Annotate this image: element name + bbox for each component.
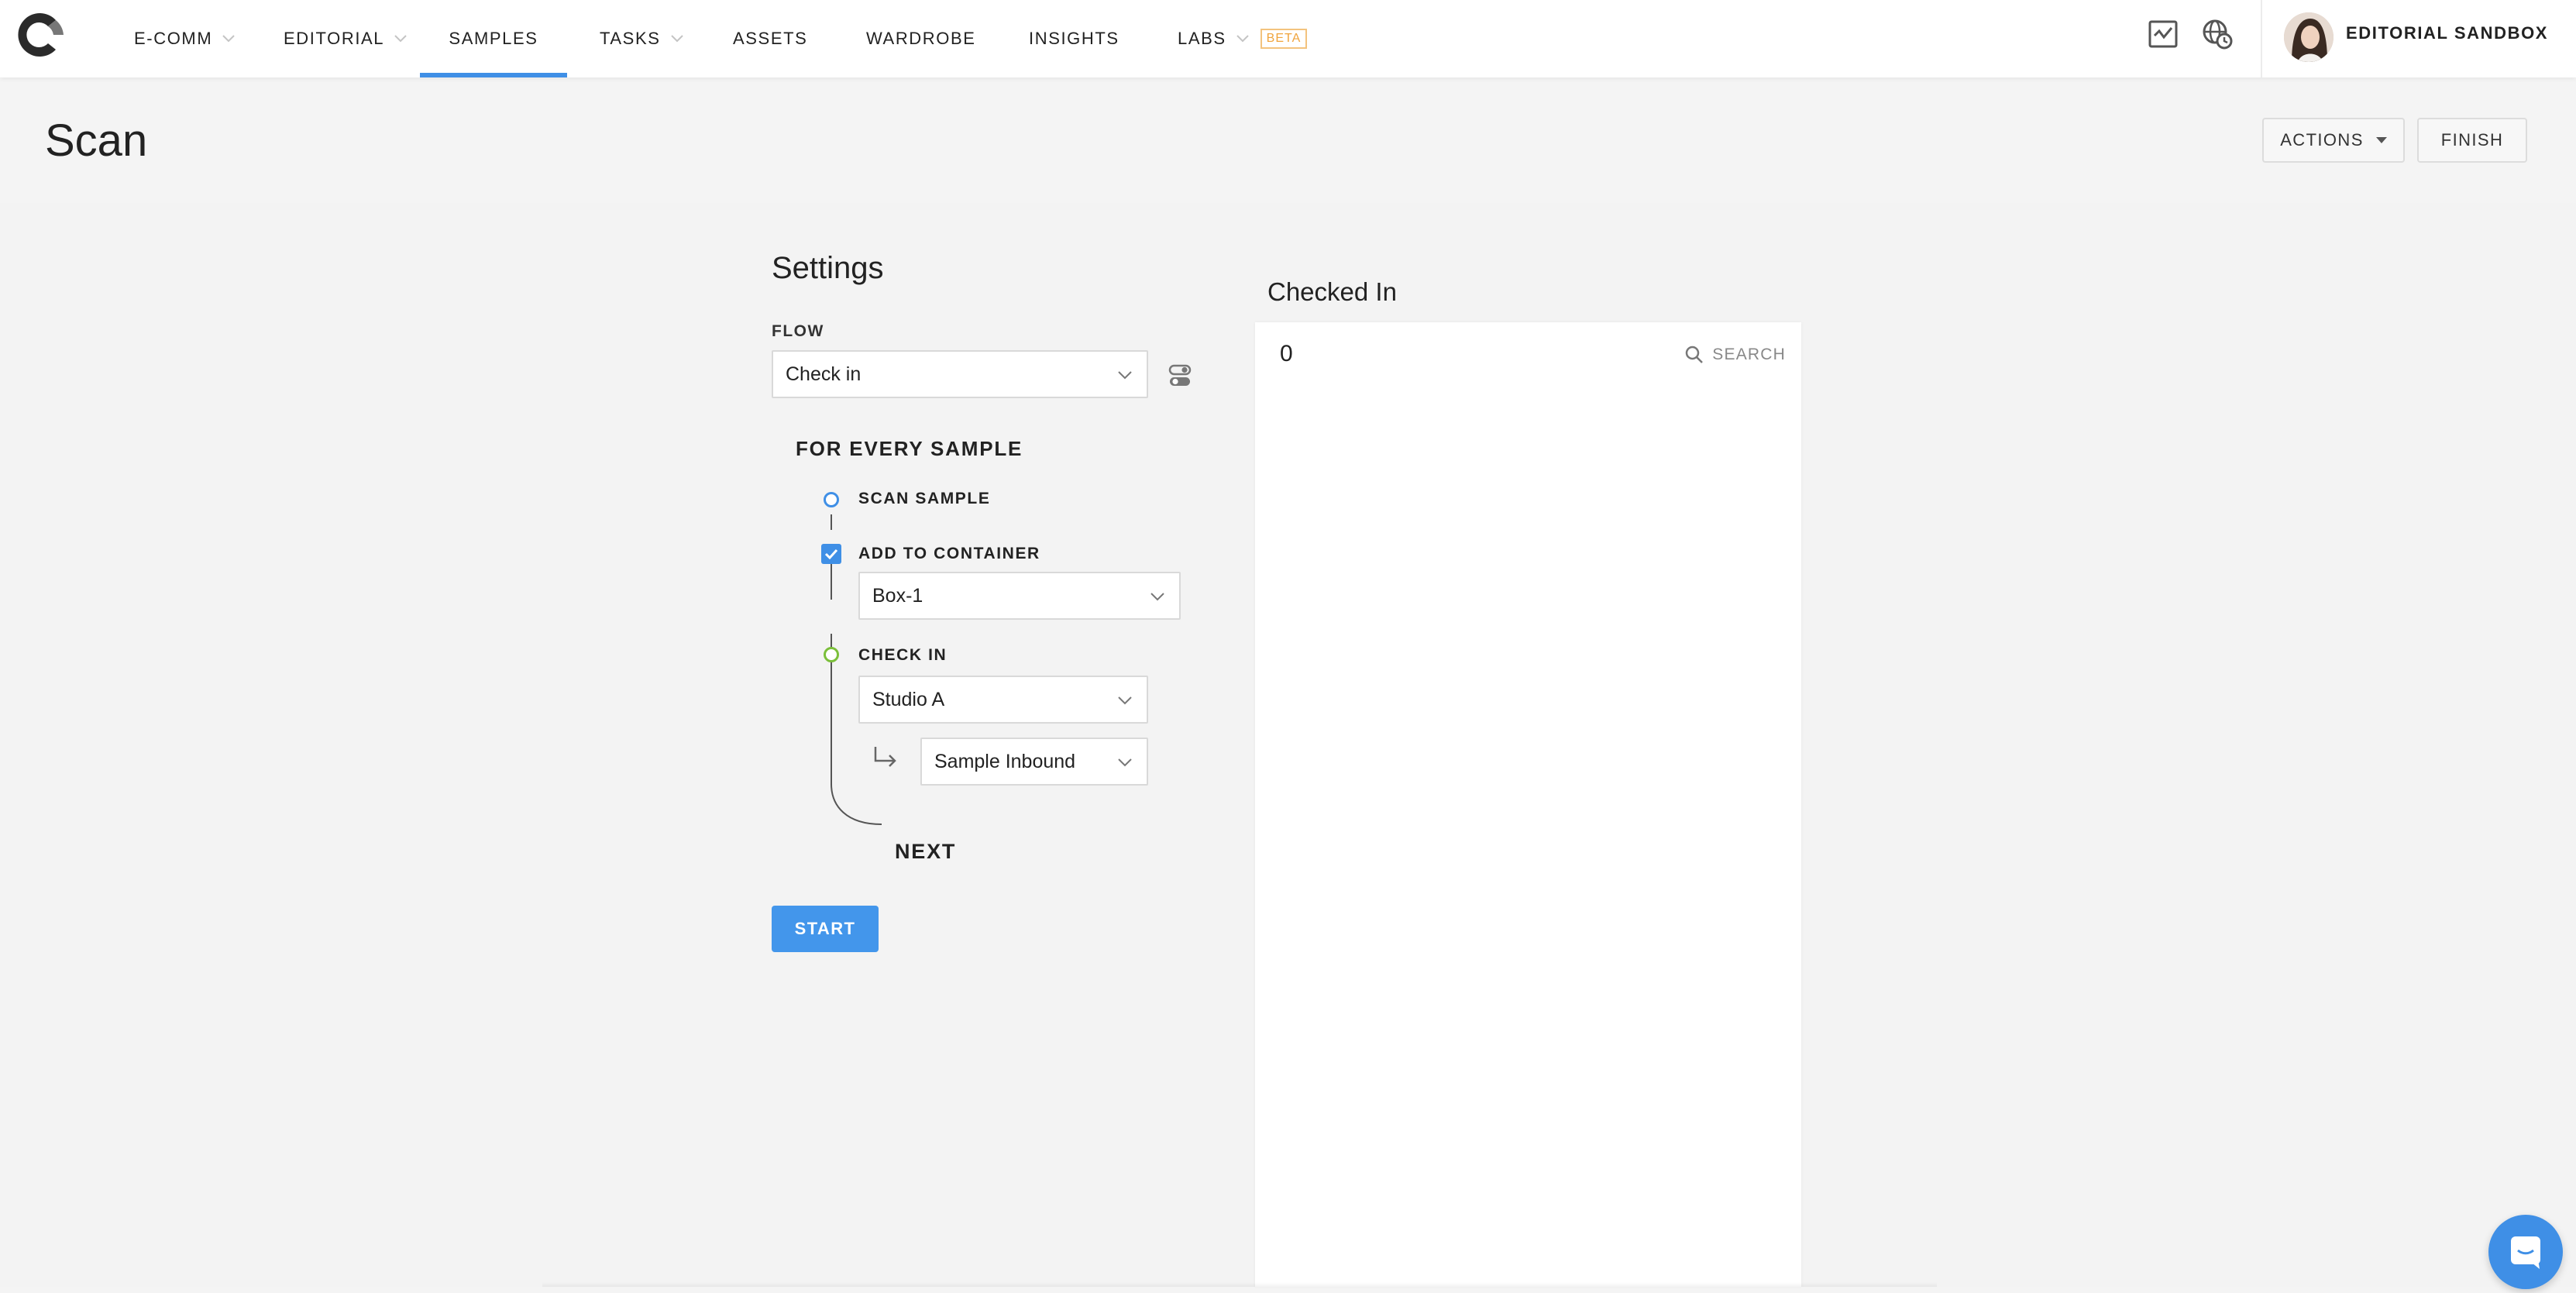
nav-item-assets[interactable]: ASSETS xyxy=(733,0,807,77)
chevron-down-icon xyxy=(222,35,235,43)
check-in-label: CHECK IN xyxy=(858,646,948,664)
search-button[interactable]: SEARCH xyxy=(1684,341,1786,369)
checkmark-icon xyxy=(824,548,838,560)
scan-step-indicator xyxy=(824,492,839,507)
finish-button-label: FINISH xyxy=(2440,130,2504,150)
nav-item-label: TASKS xyxy=(600,29,661,48)
nav-item-ecomm[interactable]: E-COMM xyxy=(134,0,236,77)
chevron-down-icon xyxy=(1150,593,1164,601)
page-header: Scan ACTIONS FINISH xyxy=(0,77,2576,203)
nav-item-wardrobe[interactable]: WARDROBE xyxy=(866,0,976,77)
actions-button[interactable]: ACTIONS xyxy=(2262,118,2405,163)
bottom-edge-shadow xyxy=(542,1282,1937,1287)
flow-label: FLOW xyxy=(772,322,824,340)
check-in-step-indicator xyxy=(824,647,839,662)
add-to-container-label: ADD TO CONTAINER xyxy=(858,545,1040,562)
nav-item-label: INSIGHTS xyxy=(1029,29,1119,48)
sub-location-select[interactable]: Sample Inbound xyxy=(920,738,1148,786)
nav-item-tasks[interactable]: TASKS xyxy=(600,0,684,77)
nav-item-editorial[interactable]: EDITORIAL xyxy=(284,0,408,77)
top-navigation: E-COMM EDITORIAL SAMPLES TASKS ASSETS WA… xyxy=(0,0,2576,77)
chevron-down-icon xyxy=(1118,696,1132,705)
sub-location-select-value: Sample Inbound xyxy=(934,750,1076,772)
activity-chart-icon[interactable] xyxy=(2146,17,2180,51)
nav-item-label: E-COMM xyxy=(134,29,213,48)
chevron-down-icon xyxy=(394,35,407,43)
page-title: Scan xyxy=(45,115,148,166)
settings-title: Settings xyxy=(772,251,884,285)
nav-item-label: LABS xyxy=(1178,29,1226,48)
nav-item-label: SAMPLES xyxy=(449,29,538,48)
actions-button-label: ACTIONS xyxy=(2280,130,2364,150)
for-every-sample-title: FOR EVERY SAMPLE xyxy=(796,437,1023,460)
flow-select[interactable]: Check in xyxy=(772,350,1148,398)
flow-settings-toggle-icon[interactable] xyxy=(1168,363,1192,389)
app-logo-icon[interactable] xyxy=(15,9,67,60)
chevron-down-icon xyxy=(1118,371,1132,380)
account-divider xyxy=(2261,0,2262,77)
chevron-down-icon xyxy=(1236,35,1249,43)
search-label: SEARCH xyxy=(1712,346,1786,363)
location-select-value: Studio A xyxy=(872,688,945,710)
globe-clock-icon[interactable] xyxy=(2200,17,2234,51)
nav-item-label: EDITORIAL xyxy=(284,29,385,48)
nav-item-label: WARDROBE xyxy=(866,29,976,48)
avatar[interactable] xyxy=(2284,12,2334,62)
avatar-portrait-icon xyxy=(2284,12,2334,62)
chat-launcher-button[interactable] xyxy=(2488,1215,2563,1289)
container-select[interactable]: Box-1 xyxy=(858,572,1181,620)
next-step-label: NEXT xyxy=(895,840,957,863)
flow-select-value: Check in xyxy=(786,363,862,385)
checked-in-title: Checked In xyxy=(1267,277,1397,306)
chevron-down-icon xyxy=(670,35,683,43)
nav-item-samples[interactable]: SAMPLES xyxy=(420,0,567,77)
nav-item-labs[interactable]: LABS BETA xyxy=(1178,0,1308,77)
start-button[interactable]: START xyxy=(772,906,879,952)
finish-button[interactable]: FINISH xyxy=(2417,118,2527,163)
main-content: Settings FLOW Check in FOR EVERY SAMPLE … xyxy=(0,203,2576,1287)
account-name[interactable]: EDITORIAL SANDBOX xyxy=(2346,0,2548,67)
caret-down-icon xyxy=(2375,137,2387,143)
nav-item-insights[interactable]: INSIGHTS xyxy=(1029,0,1119,77)
chevron-down-icon xyxy=(1118,758,1132,767)
scan-sample-label: SCAN SAMPLE xyxy=(858,490,991,507)
sub-location-arrow-icon xyxy=(874,747,896,767)
nav-item-label: ASSETS xyxy=(733,29,808,48)
chat-icon xyxy=(2511,1236,2540,1269)
add-to-container-checkbox[interactable] xyxy=(821,544,841,564)
search-icon xyxy=(1686,346,1704,363)
container-select-value: Box-1 xyxy=(872,584,923,607)
location-select[interactable]: Studio A xyxy=(858,676,1148,724)
beta-badge: BETA xyxy=(1260,29,1308,49)
checked-in-count: 0 xyxy=(1280,341,1293,366)
checked-in-panel: 0 SEARCH xyxy=(1255,322,1801,1287)
